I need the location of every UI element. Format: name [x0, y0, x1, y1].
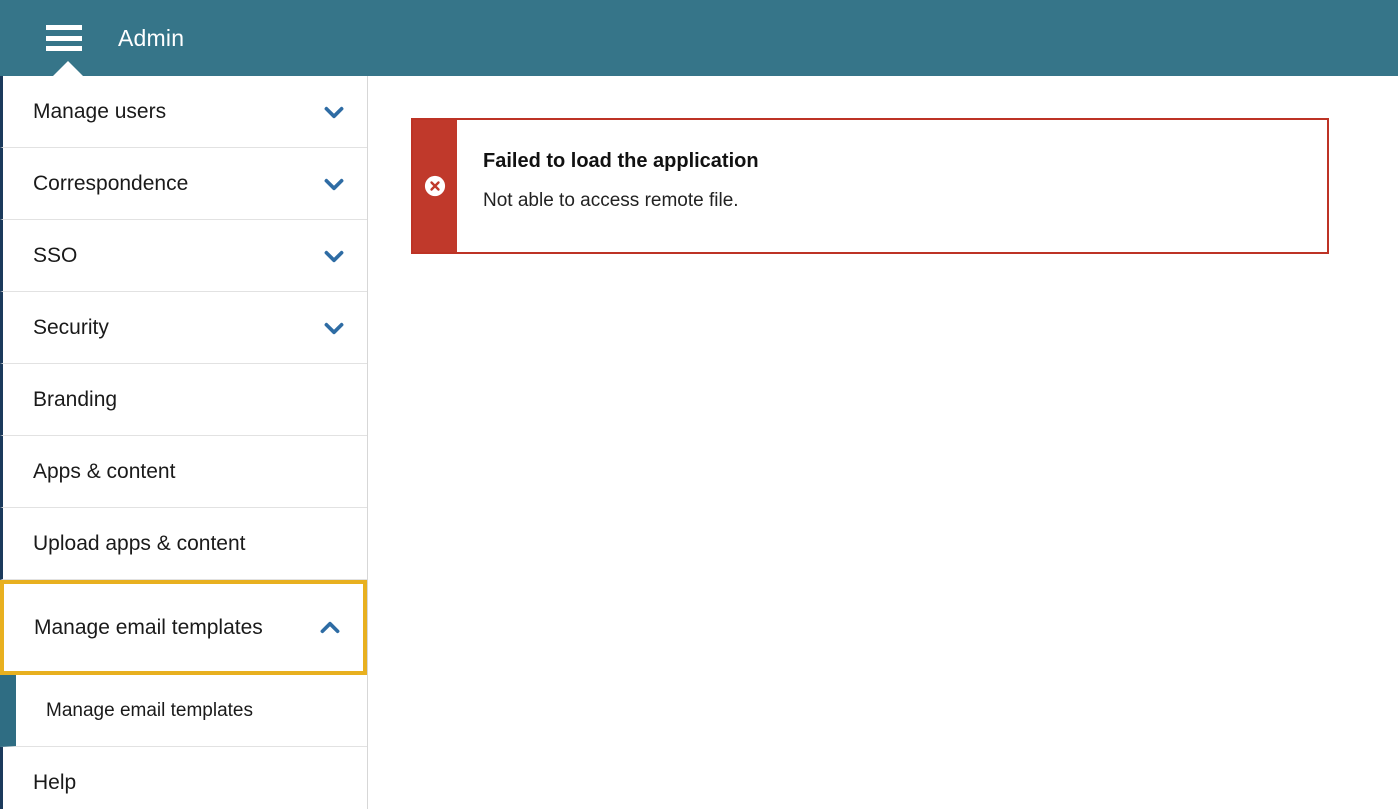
admin-console-page: Admin Manage users Correspondence SSO Se…	[0, 0, 1398, 809]
sidebar-item-apps-and-content[interactable]: Apps & content	[0, 436, 367, 508]
chevron-down-icon[interactable]	[321, 99, 347, 125]
sidebar-subitem-label: Manage email templates	[46, 699, 253, 721]
sidebar-item-label: Manage users	[33, 99, 167, 123]
chevron-up-icon[interactable]	[317, 615, 343, 641]
sidebar-item-security[interactable]: Security	[0, 292, 367, 364]
alert-body: Failed to load the application Not able …	[457, 120, 1327, 252]
hamburger-bar-3	[46, 46, 82, 51]
sidebar-item-label: Apps & content	[33, 459, 176, 483]
sidebar-item-upload-apps-and-content[interactable]: Upload apps & content	[0, 508, 367, 580]
sidebar-item-manage-users[interactable]: Manage users	[0, 76, 367, 148]
sidebar-item-branding[interactable]: Branding	[0, 364, 367, 436]
sidebar-subitem-manage-email-templates[interactable]: Manage email templates	[0, 675, 367, 747]
error-circle-x-icon	[424, 175, 446, 197]
hamburger-menu-icon[interactable]	[46, 25, 82, 51]
alert-description: Not able to access remote file.	[483, 190, 739, 211]
sidebar-item-label: Correspondence	[33, 171, 189, 195]
app-header: Admin	[0, 0, 1398, 77]
sidebar-item-label: SSO	[33, 243, 78, 267]
page-title: Admin	[118, 24, 185, 51]
sidebar-item-correspondence[interactable]: Correspondence	[0, 148, 367, 220]
hamburger-bar-2	[46, 35, 82, 41]
chevron-down-icon[interactable]	[321, 243, 347, 269]
error-alert: Failed to load the application Not able …	[411, 118, 1329, 254]
sidebar-nav: Manage users Correspondence SSO Security	[0, 76, 368, 809]
alert-accent-bar	[413, 120, 457, 252]
sidebar-item-manage-email-templates[interactable]: Manage email templates	[0, 580, 367, 675]
chevron-down-icon[interactable]	[321, 315, 347, 341]
sidebar-item-label: Help	[33, 770, 77, 794]
alert-title: Failed to load the application	[483, 150, 759, 172]
menu-active-pointer	[52, 61, 84, 77]
sidebar-item-label: Manage email templates	[34, 615, 263, 639]
sidebar-item-sso[interactable]: SSO	[0, 220, 367, 292]
sidebar-item-help[interactable]: Help	[0, 747, 367, 809]
sidebar-item-label: Branding	[33, 387, 118, 411]
hamburger-bar-1	[46, 25, 82, 30]
chevron-down-icon[interactable]	[321, 171, 347, 197]
sidebar-item-label: Upload apps & content	[33, 531, 246, 555]
sidebar-item-label: Security	[33, 315, 109, 339]
main-content: Failed to load the application Not able …	[369, 76, 1398, 809]
